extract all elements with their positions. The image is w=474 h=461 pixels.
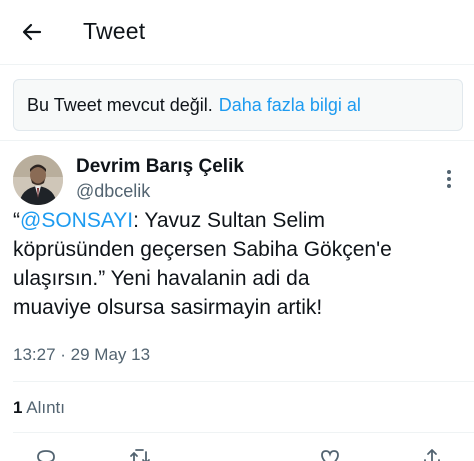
tweet-line-2: köprüsünden geçersen Sabiha Gökçen'e [13, 238, 392, 261]
quote-count-number: 1 [13, 398, 23, 417]
user-avatar-icon [13, 155, 63, 205]
more-dot [447, 184, 451, 188]
action-bar [0, 440, 474, 461]
more-options-button[interactable] [438, 168, 460, 190]
tweet-line-3: ulaşırsın.” Yeni havalanin adi da [13, 267, 310, 290]
tweet-text: “@SONSAYI: Yavuz Sultan Selim köprüsünde… [13, 206, 468, 322]
mention-link[interactable]: @SONSAYI [20, 209, 133, 232]
share-button[interactable] [420, 446, 444, 461]
reply-button[interactable] [34, 446, 58, 461]
page-title: Tweet [83, 18, 146, 44]
more-dots-icon [447, 170, 451, 174]
notice-text: Bu Tweet mevcut değil. [27, 94, 213, 115]
more-dot [447, 177, 451, 181]
retweet-icon [130, 449, 150, 461]
notice-divider [0, 140, 474, 141]
tweet-line-4: muaviye olsursa sasirmayin artik! [13, 296, 323, 319]
quote-mark: “ [13, 209, 20, 232]
reply-icon [37, 450, 55, 461]
retweet-button[interactable] [128, 446, 152, 461]
quote-count-label: Alıntı [26, 398, 66, 417]
like-button[interactable] [318, 446, 342, 461]
stats-divider [13, 432, 474, 433]
author-name[interactable]: Devrim Barış Çelik [76, 156, 244, 178]
tweet-timestamp[interactable]: 13:27 · 29 May 13 [13, 345, 150, 365]
arrow-left-icon [22, 23, 42, 41]
author-handle[interactable]: @dbcelik [76, 181, 150, 202]
quote-count[interactable]: 1 Alıntı [13, 398, 65, 418]
avatar[interactable] [13, 155, 63, 205]
tweet-line-1: “@SONSAYI: Yavuz Sultan Selim [13, 206, 468, 235]
back-button[interactable] [14, 14, 50, 50]
tweet-line-1-rest: : Yavuz Sultan Selim [133, 209, 325, 232]
header-divider [0, 64, 474, 65]
meta-divider [13, 381, 474, 382]
top-bar: Tweet [0, 0, 474, 64]
like-icon [321, 450, 339, 461]
learn-more-link[interactable]: Daha fazla bilgi al [219, 95, 361, 116]
share-icon [424, 449, 440, 461]
tweet-unavailable-notice: Bu Tweet mevcut değil. Daha fazla bilgi … [13, 79, 463, 131]
